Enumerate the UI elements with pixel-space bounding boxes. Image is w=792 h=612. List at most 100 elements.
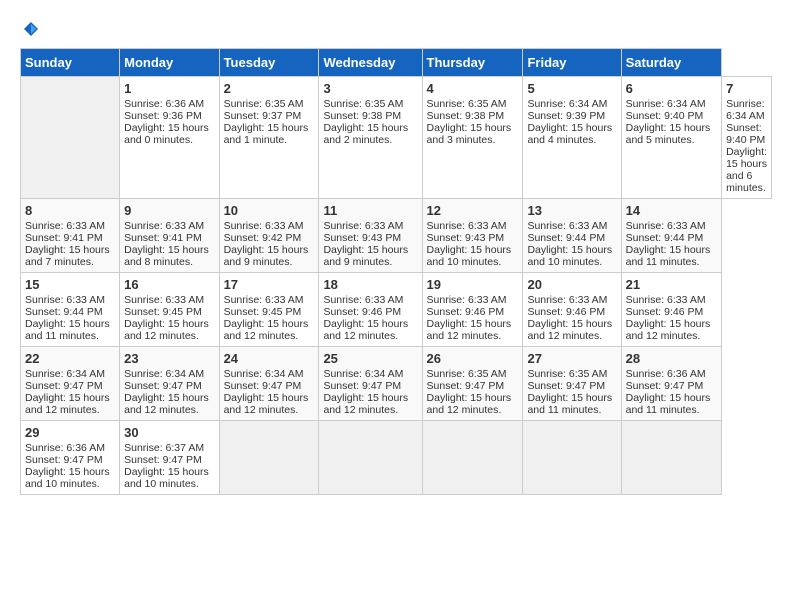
sunrise-text: Sunrise: 6:36 AM: [25, 442, 105, 454]
sunrise-text: Sunrise: 6:33 AM: [626, 220, 706, 232]
daylight-text: Daylight: 15 hours and 11 minutes.: [527, 392, 612, 416]
day-number: 8: [25, 203, 115, 218]
daylight-text: Daylight: 15 hours and 11 minutes.: [626, 244, 711, 268]
sunrise-text: Sunrise: 6:33 AM: [626, 294, 706, 306]
day-number: 7: [726, 81, 767, 96]
table-row: 25Sunrise: 6:34 AMSunset: 9:47 PMDayligh…: [319, 347, 422, 421]
daylight-text: Daylight: 15 hours and 12 minutes.: [626, 318, 711, 342]
sunrise-text: Sunrise: 6:33 AM: [124, 294, 204, 306]
day-number: 27: [527, 351, 616, 366]
sunset-text: Sunset: 9:44 PM: [527, 232, 605, 244]
daylight-text: Daylight: 15 hours and 11 minutes.: [25, 318, 110, 342]
sunrise-text: Sunrise: 6:35 AM: [427, 368, 507, 380]
daylight-text: Daylight: 15 hours and 8 minutes.: [124, 244, 209, 268]
sunset-text: Sunset: 9:41 PM: [25, 232, 103, 244]
sunset-text: Sunset: 9:46 PM: [527, 306, 605, 318]
sunrise-text: Sunrise: 6:35 AM: [527, 368, 607, 380]
day-number: 6: [626, 81, 717, 96]
daylight-text: Daylight: 15 hours and 9 minutes.: [224, 244, 309, 268]
sunrise-text: Sunrise: 6:33 AM: [25, 220, 105, 232]
sunset-text: Sunset: 9:47 PM: [527, 380, 605, 392]
sunset-text: Sunset: 9:39 PM: [527, 110, 605, 122]
table-row: 6 Sunrise: 6:34 AMSunset: 9:40 PMDaylight…: [621, 77, 721, 199]
table-row: 28Sunrise: 6:36 AMSunset: 9:47 PMDayligh…: [621, 347, 721, 421]
sunrise-text: Sunrise: 6:34 AM: [124, 368, 204, 380]
calendar-week-row: 22Sunrise: 6:34 AMSunset: 9:47 PMDayligh…: [21, 347, 772, 421]
table-row: 27 Sunrise: 6:35 AMSunset: 9:47 PMDayligh…: [523, 347, 621, 421]
daylight-text: Daylight: 15 hours and 12 minutes.: [224, 318, 309, 342]
table-row: 14 Sunrise: 6:33 AMSunset: 9:44 PMDayligh…: [621, 199, 721, 273]
sunset-text: Sunset: 9:38 PM: [427, 110, 505, 122]
daylight-text: Daylight: 15 hours and 10 minutes.: [527, 244, 612, 268]
daylight-text: Daylight: 15 hours and 12 minutes.: [323, 318, 408, 342]
sunrise-text: Sunrise: 6:34 AM: [726, 98, 765, 122]
sunset-text: Sunset: 9:40 PM: [626, 110, 704, 122]
table-row: 24Sunrise: 6:34 AMSunset: 9:47 PMDayligh…: [219, 347, 319, 421]
calendar-week-row: 1Sunrise: 6:36 AMSunset: 9:36 PMDaylight…: [21, 77, 772, 199]
sunrise-text: Sunrise: 6:33 AM: [25, 294, 105, 306]
daylight-text: Daylight: 15 hours and 10 minutes.: [25, 466, 110, 490]
logo-icon: [22, 20, 40, 38]
header-day-sunday: Sunday: [21, 49, 120, 77]
sunset-text: Sunset: 9:47 PM: [626, 380, 704, 392]
table-row: 10Sunrise: 6:33 AMSunset: 9:42 PMDayligh…: [219, 199, 319, 273]
sunrise-text: Sunrise: 6:35 AM: [427, 98, 507, 110]
daylight-text: Daylight: 15 hours and 6 minutes.: [726, 146, 767, 194]
table-row: 4Sunrise: 6:35 AMSunset: 9:38 PMDaylight…: [422, 77, 523, 199]
daylight-text: Daylight: 15 hours and 12 minutes.: [323, 392, 408, 416]
table-row: 22Sunrise: 6:34 AMSunset: 9:47 PMDayligh…: [21, 347, 120, 421]
table-row: [219, 421, 319, 495]
sunset-text: Sunset: 9:37 PM: [224, 110, 302, 122]
header-row: SundayMondayTuesdayWednesdayThursdayFrid…: [21, 49, 772, 77]
table-row: 8 Sunrise: 6:33 AMSunset: 9:41 PMDaylight…: [21, 199, 120, 273]
sunset-text: Sunset: 9:43 PM: [427, 232, 505, 244]
table-row: 17Sunrise: 6:33 AMSunset: 9:45 PMDayligh…: [219, 273, 319, 347]
daylight-text: Daylight: 15 hours and 4 minutes.: [527, 122, 612, 146]
sunrise-text: Sunrise: 6:37 AM: [124, 442, 204, 454]
daylight-text: Daylight: 15 hours and 3 minutes.: [427, 122, 512, 146]
table-row: 7Sunrise: 6:34 AMSunset: 9:40 PMDaylight…: [722, 77, 772, 199]
sunset-text: Sunset: 9:47 PM: [25, 380, 103, 392]
header-day-thursday: Thursday: [422, 49, 523, 77]
table-row: [21, 77, 120, 199]
daylight-text: Daylight: 15 hours and 12 minutes.: [427, 392, 512, 416]
day-number: 5: [527, 81, 616, 96]
sunset-text: Sunset: 9:47 PM: [124, 454, 202, 466]
header-day-friday: Friday: [523, 49, 621, 77]
daylight-text: Daylight: 15 hours and 7 minutes.: [25, 244, 110, 268]
sunrise-text: Sunrise: 6:34 AM: [626, 98, 706, 110]
table-row: [319, 421, 422, 495]
daylight-text: Daylight: 15 hours and 12 minutes.: [427, 318, 512, 342]
header-day-wednesday: Wednesday: [319, 49, 422, 77]
sunrise-text: Sunrise: 6:33 AM: [124, 220, 204, 232]
sunset-text: Sunset: 9:45 PM: [124, 306, 202, 318]
daylight-text: Daylight: 15 hours and 5 minutes.: [626, 122, 711, 146]
daylight-text: Daylight: 15 hours and 12 minutes.: [527, 318, 612, 342]
day-number: 1: [124, 81, 214, 96]
sunset-text: Sunset: 9:41 PM: [124, 232, 202, 244]
sunset-text: Sunset: 9:46 PM: [626, 306, 704, 318]
day-number: 23: [124, 351, 214, 366]
daylight-text: Daylight: 15 hours and 12 minutes.: [224, 392, 309, 416]
sunset-text: Sunset: 9:47 PM: [427, 380, 505, 392]
daylight-text: Daylight: 15 hours and 12 minutes.: [124, 318, 209, 342]
day-number: 12: [427, 203, 519, 218]
sunrise-text: Sunrise: 6:34 AM: [323, 368, 403, 380]
day-number: 22: [25, 351, 115, 366]
day-number: 20: [527, 277, 616, 292]
day-number: 14: [626, 203, 717, 218]
day-number: 10: [224, 203, 315, 218]
sunset-text: Sunset: 9:46 PM: [427, 306, 505, 318]
day-number: 25: [323, 351, 417, 366]
table-row: 23Sunrise: 6:34 AMSunset: 9:47 PMDayligh…: [120, 347, 219, 421]
header-day-monday: Monday: [120, 49, 219, 77]
sunset-text: Sunset: 9:38 PM: [323, 110, 401, 122]
sunset-text: Sunset: 9:44 PM: [626, 232, 704, 244]
page-header: [20, 20, 772, 38]
table-row: 26Sunrise: 6:35 AMSunset: 9:47 PMDayligh…: [422, 347, 523, 421]
table-row: [422, 421, 523, 495]
daylight-text: Daylight: 15 hours and 10 minutes.: [124, 466, 209, 490]
daylight-text: Daylight: 15 hours and 10 minutes.: [427, 244, 512, 268]
header-day-saturday: Saturday: [621, 49, 721, 77]
table-row: 30Sunrise: 6:37 AMSunset: 9:47 PMDayligh…: [120, 421, 219, 495]
